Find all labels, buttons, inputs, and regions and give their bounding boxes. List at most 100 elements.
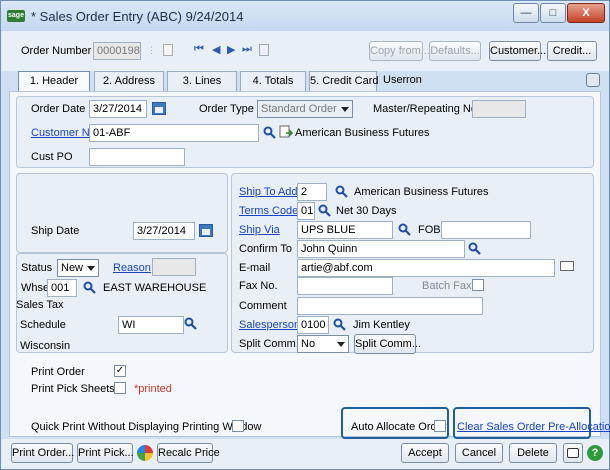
batch-fax-checkbox[interactable]	[472, 279, 484, 291]
calendar-icon[interactable]	[199, 224, 213, 237]
ship-date-field[interactable]: 3/27/2014	[133, 222, 195, 240]
print-order-checkbox[interactable]: ✓	[114, 365, 126, 377]
email-field[interactable]: artie@abf.com	[297, 259, 555, 277]
clear-allocations-link[interactable]: Clear Sales Order Pre-Allocations	[457, 421, 610, 433]
search-icon[interactable]	[335, 185, 348, 198]
terms-code-field[interactable]: 01	[297, 202, 315, 220]
lookup-icon[interactable]: ⋮	[147, 45, 156, 55]
copy-from-button[interactable]: Copy from...	[369, 41, 430, 61]
salesperson-name: Jim Kentley	[353, 319, 410, 331]
schedule-label: Schedule	[20, 319, 66, 331]
order-date-field[interactable]: 3/27/2014	[89, 100, 147, 118]
envelope-icon[interactable]	[560, 261, 574, 271]
search-icon[interactable]	[263, 126, 276, 139]
cust-po-field[interactable]	[89, 148, 185, 166]
title-bar: sage * Sales Order Entry (ABC) 9/24/2014…	[1, 1, 609, 31]
recalc-price-button[interactable]: Recalc Price	[157, 443, 220, 463]
maximize-button[interactable]: □	[540, 3, 566, 23]
status-value: New	[61, 262, 84, 274]
next-record-icon[interactable]: ▶	[227, 43, 235, 56]
salesperson-field[interactable]: 0100	[297, 316, 329, 334]
chevron-down-icon	[341, 107, 349, 112]
last-record-icon[interactable]: ⏭	[242, 43, 252, 56]
master-repeating-label: Master/Repeating No.	[373, 103, 480, 115]
comment-field[interactable]	[297, 297, 483, 315]
sales-tax-section: Sales Tax Schedule WI Wisconsin	[16, 299, 228, 353]
master-repeating-field[interactable]	[472, 100, 526, 118]
salesperson-link[interactable]: Salesperson	[239, 319, 300, 331]
new-order-icon[interactable]	[163, 44, 173, 56]
search-icon[interactable]	[468, 242, 481, 255]
print-pick-button[interactable]: Print Pick...	[77, 443, 134, 463]
ship-via-field[interactable]: UPS BLUE	[297, 221, 393, 239]
tab-address[interactable]: 2. Address	[94, 71, 164, 91]
ship-to-addr-link[interactable]: Ship To Addr	[239, 186, 301, 198]
customer-maintenance-icon[interactable]	[279, 125, 293, 139]
order-type-select[interactable]: Standard Order	[257, 100, 353, 118]
fob-label: FOB	[418, 224, 441, 236]
print-pick-sheets-checkbox[interactable]	[114, 382, 126, 394]
previous-record-icon[interactable]: ◀	[212, 43, 220, 56]
ship-date-panel: Ship Date 3/27/2014	[16, 173, 228, 253]
toolbar: Order Number 0000198 ⋮ ⏮ ◀ ▶ ⏭ Copy from…	[1, 31, 609, 71]
split-comm-button[interactable]: Split Comm...	[354, 334, 421, 354]
search-icon[interactable]	[184, 317, 197, 330]
search-icon[interactable]	[398, 223, 411, 236]
fax-no-label: Fax No.	[239, 280, 278, 292]
auto-allocate-label: Auto Allocate Order	[351, 421, 447, 433]
ship-to-addr-field[interactable]: 2	[297, 183, 327, 201]
reason-link[interactable]: Reason	[113, 262, 151, 274]
terms-description: Net 30 Days	[336, 205, 397, 217]
print-pick-sheets-label: Print Pick Sheets	[31, 383, 115, 395]
user-value: ron	[406, 74, 422, 86]
whse-name: EAST WAREHOUSE	[103, 282, 207, 294]
calendar-icon[interactable]	[152, 102, 166, 115]
window-title: * Sales Order Entry (ABC) 9/24/2014	[31, 9, 244, 24]
defaults-button[interactable]: Defaults...	[429, 41, 481, 61]
tab-totals[interactable]: 4. Totals	[240, 71, 306, 91]
close-button[interactable]: X	[567, 3, 605, 23]
quick-print-label: Quick Print Without Displaying Printing …	[31, 421, 262, 433]
shipping-panel: Ship To Addr 2 American Business Futures…	[231, 173, 594, 354]
batch-fax-label: Batch Fax	[422, 280, 472, 292]
ship-via-link[interactable]: Ship Via	[239, 224, 280, 236]
tab-credit-card[interactable]: 5. Credit Card	[309, 71, 378, 91]
search-icon[interactable]	[318, 204, 331, 217]
first-record-icon[interactable]: ⏮	[194, 43, 204, 56]
schedule-field[interactable]: WI	[118, 316, 184, 334]
credit-button[interactable]: Credit...	[547, 41, 597, 61]
chevron-down-icon	[337, 342, 345, 347]
fob-field[interactable]	[441, 221, 531, 239]
color-wheel-icon[interactable]	[137, 445, 153, 461]
order-date-label: Order Date	[31, 103, 86, 115]
minimize-button[interactable]: —	[513, 3, 539, 23]
whse-field[interactable]: 001	[47, 279, 77, 297]
ship-date-label: Ship Date	[31, 225, 80, 237]
order-type-label: Order Type	[199, 103, 254, 115]
status-select[interactable]: New	[57, 259, 99, 277]
terms-code-link[interactable]: Terms Code	[239, 205, 298, 217]
order-number-field[interactable]: 0000198	[93, 42, 141, 60]
quick-print-checkbox[interactable]	[232, 420, 244, 432]
order-info-panel: Order Date 3/27/2014 Order Type Standard…	[16, 96, 594, 168]
print-button[interactable]	[563, 443, 583, 463]
list-icon[interactable]	[259, 44, 269, 56]
auto-allocate-checkbox[interactable]	[434, 420, 446, 432]
customer-no-field[interactable]: 01-ABF	[89, 124, 259, 142]
search-icon[interactable]	[83, 281, 96, 294]
cancel-button[interactable]: Cancel	[455, 443, 503, 463]
help-icon[interactable]: ?	[587, 445, 603, 461]
search-icon[interactable]	[333, 318, 346, 331]
accept-button[interactable]: Accept	[401, 443, 449, 463]
customer-button[interactable]: Customer...	[489, 41, 546, 61]
ship-to-name: American Business Futures	[354, 186, 489, 198]
printer-settings-icon[interactable]	[586, 73, 600, 87]
print-order-button[interactable]: Print Order...	[11, 443, 74, 463]
confirm-to-field[interactable]: John Quinn	[297, 240, 465, 258]
tab-header[interactable]: 1. Header	[18, 71, 90, 91]
split-comm-select[interactable]: No	[297, 335, 349, 353]
tab-lines[interactable]: 3. Lines	[167, 71, 237, 91]
reason-field[interactable]	[152, 258, 196, 276]
fax-no-field[interactable]	[297, 277, 393, 295]
delete-button[interactable]: Delete	[509, 443, 557, 463]
